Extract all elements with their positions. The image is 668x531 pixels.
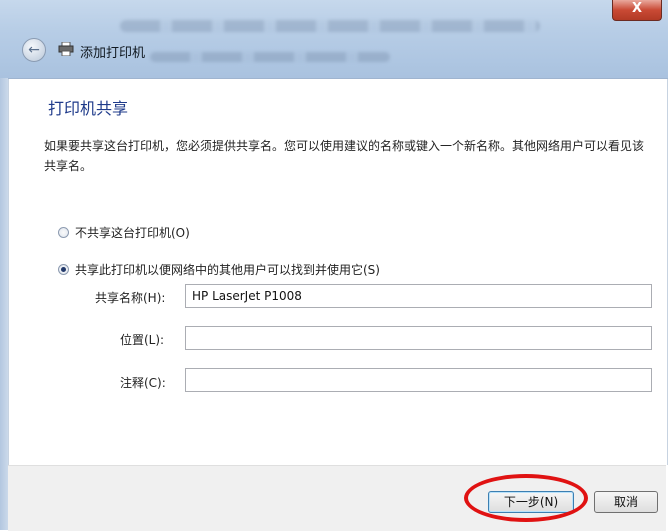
comment-label: 注释(C):	[120, 376, 166, 390]
radio-no-share[interactable]: 不共享这台打印机(O)	[58, 224, 190, 241]
radio-share[interactable]: 共享此打印机以便网络中的其他用户可以找到并使用它(S)	[58, 261, 380, 278]
radio-no-share-indicator[interactable]	[58, 227, 69, 238]
menu-bar-blurred	[150, 52, 390, 62]
close-button[interactable]: X	[612, 0, 662, 21]
comment-input[interactable]	[185, 368, 652, 392]
page-description: 如果要共享这台打印机，您必须提供共享名。您可以使用建议的名称或键入一个新名称。其…	[44, 139, 645, 173]
radio-no-share-label: 不共享这台打印机(O)	[75, 226, 190, 240]
title-bar	[0, 0, 668, 79]
window-left-border	[0, 78, 8, 530]
radio-share-indicator[interactable]	[58, 264, 69, 275]
printer-icon	[58, 42, 74, 56]
share-name-label: 共享名称(H):	[95, 291, 166, 305]
back-arrow-icon[interactable]: ←	[22, 38, 46, 62]
page-heading: 打印机共享	[48, 99, 129, 118]
share-name-input[interactable]	[185, 284, 652, 308]
cancel-button[interactable]: 取消	[594, 491, 658, 513]
radio-share-label: 共享此打印机以便网络中的其他用户可以找到并使用它(S)	[75, 263, 380, 277]
address-bar-blurred	[120, 20, 540, 32]
highlight-circle	[464, 474, 588, 522]
location-label: 位置(L):	[120, 333, 165, 347]
location-input[interactable]	[185, 326, 652, 350]
window-title: 添加打印机	[80, 46, 146, 61]
